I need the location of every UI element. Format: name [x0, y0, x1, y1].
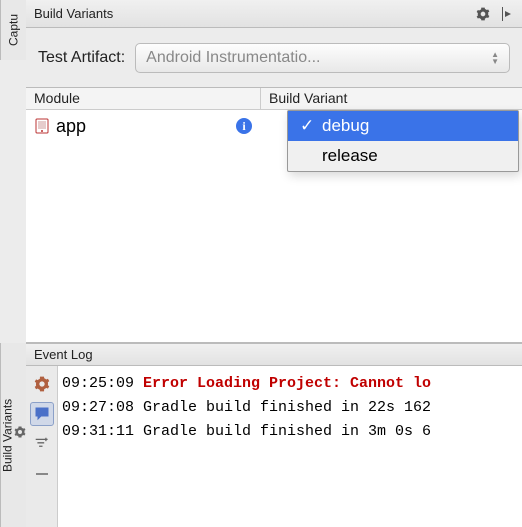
- variant-option-debug[interactable]: ✓ debug: [288, 111, 518, 141]
- table-row[interactable]: app i ✓ debug release: [26, 110, 522, 142]
- variants-table-body: app i ✓ debug release: [26, 110, 522, 343]
- variant-option-label: debug: [322, 116, 369, 136]
- test-artifact-label: Test Artifact:: [38, 49, 125, 67]
- more-button[interactable]: [30, 462, 54, 486]
- build-variants-header: Build Variants: [26, 0, 522, 28]
- log-message: Gradle build finished in 22s 162: [143, 399, 431, 416]
- log-time: 09:27:08: [62, 399, 143, 416]
- log-entry: 09:31:11 Gradle build finished in 3m 0s …: [62, 420, 518, 444]
- check-icon: ✓: [300, 116, 312, 136]
- column-header-variant: Build Variant: [261, 88, 522, 109]
- event-log-toolbar: [26, 366, 58, 527]
- sidebar-tab-build-variants-label: Build Variants: [1, 398, 15, 471]
- log-message: Error Loading Project: Cannot lo: [143, 375, 431, 392]
- event-log-panel: Event Log 09:25:09 Error Loading Project…: [26, 343, 522, 527]
- event-log-content[interactable]: 09:25:09 Error Loading Project: Cannot l…: [58, 366, 522, 527]
- sidebar-tab-captures[interactable]: Captu: [0, 0, 26, 60]
- sidebar-tab-captures-label: Captu: [7, 14, 21, 46]
- module-cell: app i: [26, 116, 261, 137]
- panel-title: Build Variants: [34, 6, 113, 21]
- module-icon: [34, 118, 50, 134]
- panel-header-actions: [476, 7, 514, 21]
- info-icon[interactable]: i: [235, 117, 253, 135]
- log-entry-error: 09:25:09 Error Loading Project: Cannot l…: [62, 372, 518, 396]
- log-entry: 09:27:08 Gradle build finished in 22s 16…: [62, 396, 518, 420]
- build-variant-dropdown[interactable]: ✓ debug release: [287, 110, 519, 172]
- variants-table-header: Module Build Variant: [26, 88, 522, 110]
- settings-icon[interactable]: [476, 7, 490, 21]
- gear-icon: [15, 426, 27, 440]
- log-message: Gradle build finished in 3m 0s 6: [143, 423, 431, 440]
- balloon-button[interactable]: [30, 402, 54, 426]
- sidebar-tab-build-variants[interactable]: Build Variants: [0, 343, 26, 527]
- event-log-header: Event Log: [26, 344, 522, 366]
- column-header-module: Module: [26, 88, 261, 109]
- chevron-up-down-icon: ▲▼: [491, 51, 499, 65]
- test-artifact-dropdown[interactable]: Android Instrumentatio... ▲▼: [135, 43, 510, 73]
- log-time: 09:31:11: [62, 423, 143, 440]
- event-log-body: 09:25:09 Error Loading Project: Cannot l…: [26, 366, 522, 527]
- variant-option-release[interactable]: release: [288, 141, 518, 171]
- filter-button[interactable]: [30, 432, 54, 456]
- event-log-title: Event Log: [34, 347, 93, 362]
- module-name: app: [56, 116, 86, 137]
- test-artifact-selected: Android Instrumentatio...: [146, 49, 320, 67]
- variant-option-label: release: [322, 146, 378, 166]
- collapse-icon[interactable]: [500, 7, 514, 21]
- settings-button[interactable]: [30, 372, 54, 396]
- log-time: 09:25:09: [62, 375, 143, 392]
- test-artifact-row: Test Artifact: Android Instrumentatio...…: [26, 28, 522, 88]
